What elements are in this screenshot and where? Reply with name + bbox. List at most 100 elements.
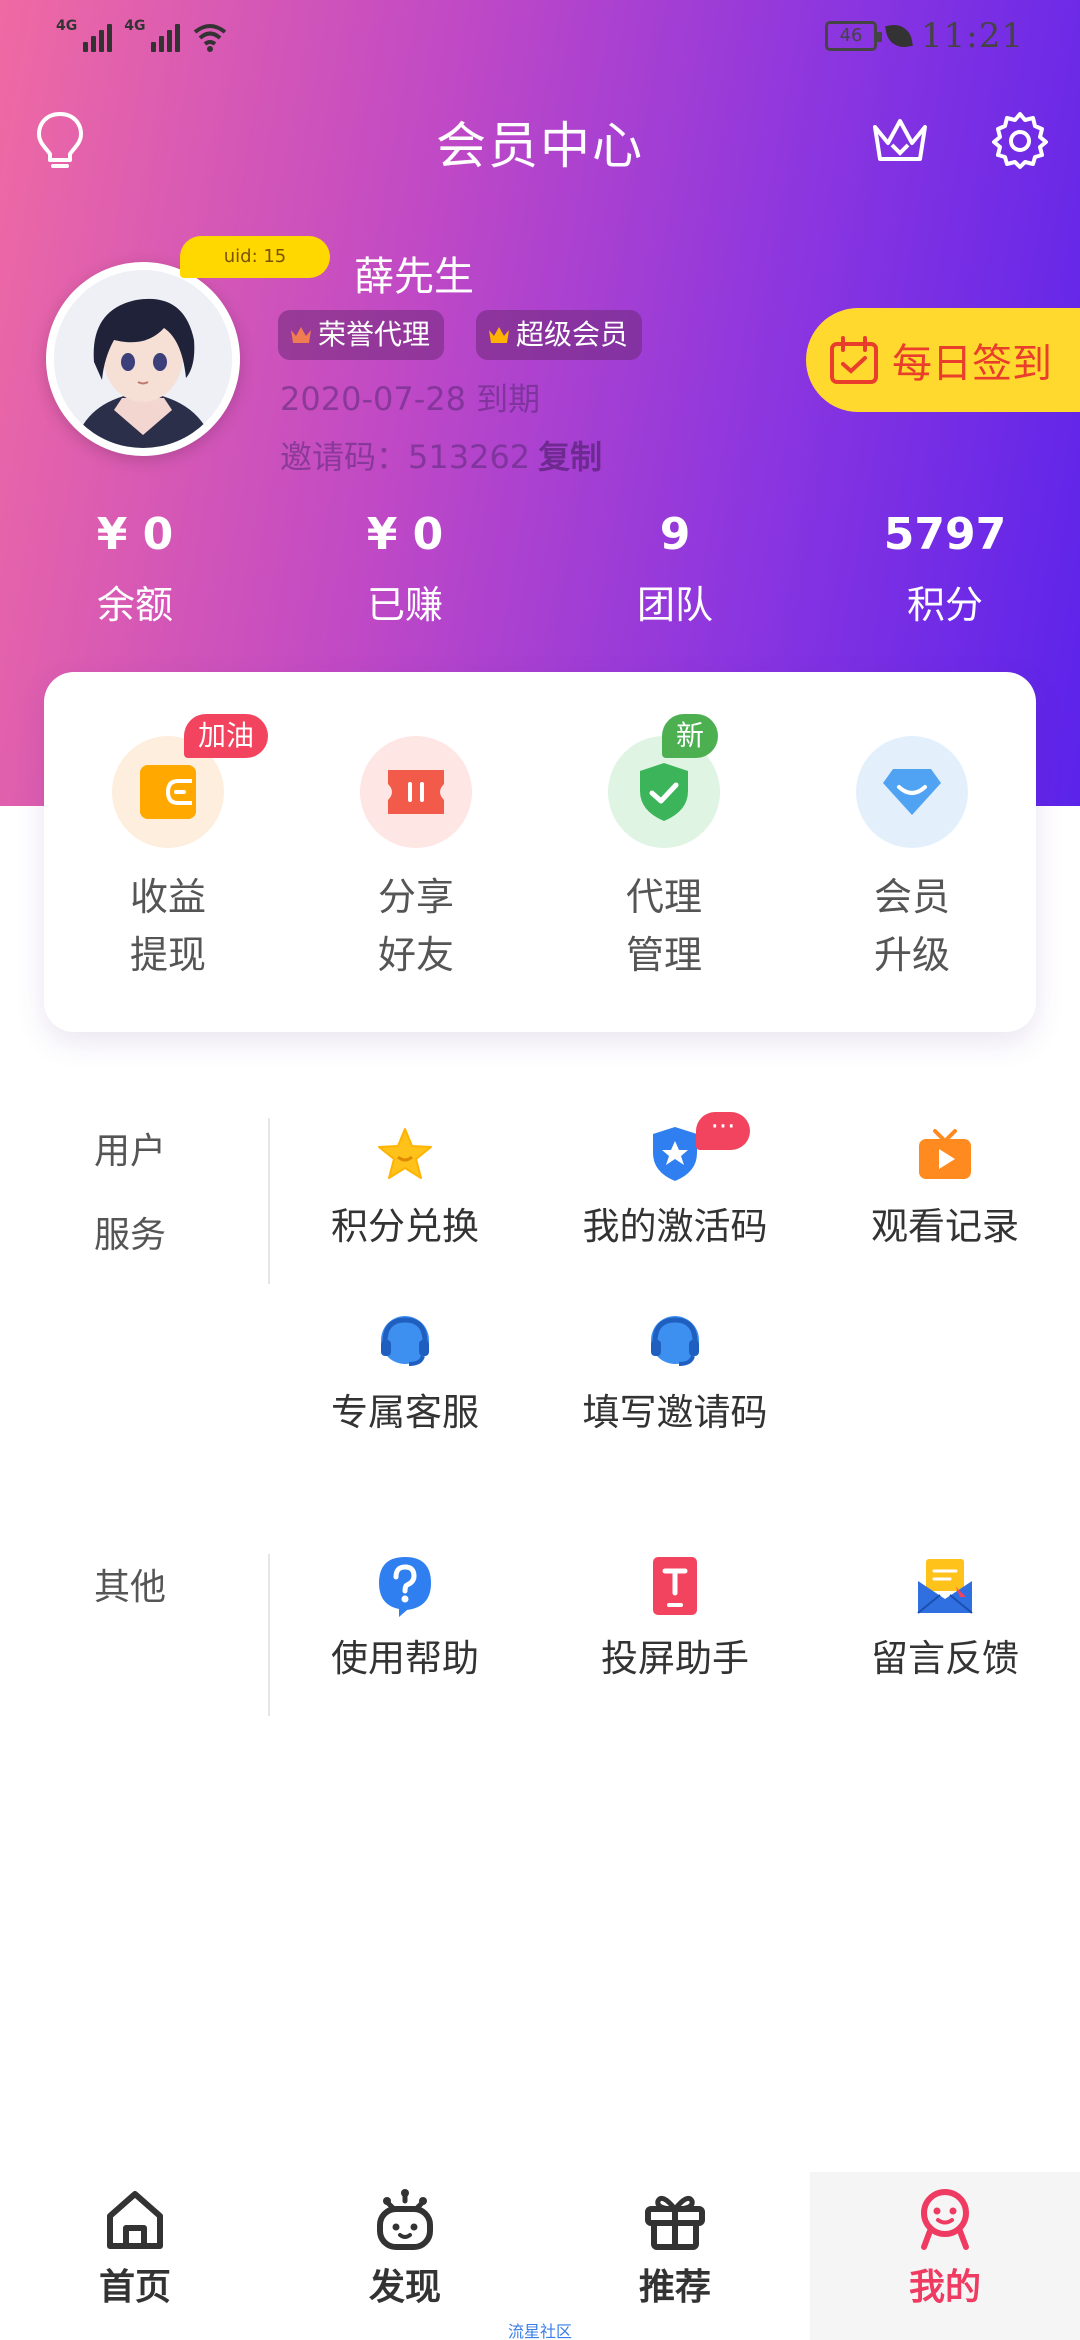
quick-label-line: 升级	[873, 933, 950, 977]
quick-label: 代理 管理	[540, 868, 788, 984]
invite-code-label: 邀请码：513262	[280, 438, 531, 476]
quick-badge: 加油	[184, 714, 269, 758]
checkin-label: 每日签到	[892, 341, 1052, 387]
points-exchange-item[interactable]: 积分兑换	[270, 1124, 540, 1250]
headset-icon	[645, 1310, 705, 1370]
section-title: 用户 服务	[94, 1110, 166, 1278]
cast-icon	[645, 1556, 705, 1616]
quick-label-line: 会员	[873, 875, 950, 919]
quick-label-line: 收益	[129, 875, 206, 919]
item-label: 使用帮助	[331, 1637, 479, 1680]
invite-code: 邀请码：513262 复制	[280, 432, 602, 478]
nav-discover[interactable]: 发现	[270, 2172, 540, 2340]
crown-icon[interactable]	[864, 104, 936, 176]
gift-icon	[641, 2186, 709, 2254]
crown-icon	[489, 327, 509, 343]
ticket-icon	[360, 736, 472, 848]
stat-label: 积分	[906, 583, 983, 627]
my-activation-code-item[interactable]: ··· 我的激活码	[540, 1112, 810, 1250]
quick-label-line: 管理	[625, 933, 702, 977]
quick-label-line: 分享	[377, 875, 454, 919]
item-label: 观看记录	[871, 1205, 1019, 1248]
status-bar: 4G 4G 46 11:21	[0, 0, 1080, 72]
other-section: 其他 使用帮助 投屏助手 留言反馈	[0, 1546, 1080, 1726]
diamond-icon	[856, 736, 968, 848]
feedback-item[interactable]: 留言反馈	[810, 1556, 1080, 1682]
nav-label: 我的	[908, 2267, 981, 2308]
tag-honor-agent: 荣誉代理	[278, 310, 445, 360]
cast-assistant-item[interactable]: 投屏助手	[540, 1556, 810, 1682]
settings-gear-icon[interactable]	[984, 104, 1056, 176]
signal-icon: 4G	[56, 18, 113, 52]
watch-history-item[interactable]: 观看记录	[810, 1124, 1080, 1250]
expire-date: 2020-07-28 到期	[280, 380, 541, 418]
quick-actions-card: 加油 收益提现 分享好友 新 代理管理 会员升级	[44, 672, 1036, 1032]
nav-home[interactable]: 首页	[0, 2172, 270, 2340]
section-title-line: 服务	[94, 1215, 167, 1256]
item-label: 积分兑换	[331, 1205, 479, 1248]
stat-value: 9	[659, 509, 691, 560]
uid-badge: uid: 15	[180, 236, 330, 278]
clock: 11:21	[921, 16, 1024, 56]
quick-badge: 新	[662, 714, 719, 758]
tag-label: 荣誉代理	[318, 318, 431, 351]
home-icon	[101, 2186, 169, 2254]
stat-value: 5797	[883, 509, 1007, 560]
calendar-check-icon	[830, 336, 878, 384]
stat-label: 余额	[96, 583, 173, 627]
quick-member-upgrade[interactable]: 会员 升级	[788, 736, 1036, 1032]
stat-label: 已赚	[366, 583, 443, 627]
member-center-screen: 4G 4G 46 11:21 会员中心 uid: 15 薛先生 荣誉代理 超级会…	[0, 0, 1080, 2340]
notification-badge: ···	[696, 1112, 750, 1150]
stats-row: ¥ 0 余额 ¥ 0 已赚 9 团队 5797 积分	[0, 504, 1080, 634]
tag-label: 超级会员	[516, 318, 629, 351]
nav-mine[interactable]: 我的	[810, 2172, 1080, 2340]
item-label: 填写邀请码	[582, 1391, 768, 1434]
question-icon	[375, 1556, 435, 1617]
quick-label-line: 提现	[129, 933, 206, 977]
stat-earned[interactable]: ¥ 0 已赚	[270, 504, 540, 634]
signal-icon: 4G	[124, 18, 181, 52]
battery-icon: 46	[825, 21, 883, 51]
help-item[interactable]: 使用帮助	[270, 1556, 540, 1682]
nav-recommend[interactable]: 推荐	[540, 2172, 810, 2340]
item-label: 我的激活码	[582, 1205, 768, 1248]
stat-value: ¥ 0	[366, 509, 444, 560]
section-title-line: 用户	[94, 1131, 167, 1172]
stat-value: ¥ 0	[96, 509, 174, 560]
bottom-nav: 首页 发现 推荐 我的	[0, 2172, 1080, 2340]
quick-label: 会员 升级	[788, 868, 1036, 984]
avatar[interactable]	[46, 262, 240, 456]
stat-balance[interactable]: ¥ 0 余额	[0, 504, 270, 634]
headset-icon	[375, 1310, 435, 1370]
quick-label: 分享 好友	[292, 868, 540, 984]
stat-points[interactable]: 5797 积分	[810, 504, 1080, 634]
stat-label: 团队	[636, 583, 713, 627]
quick-label: 收益 提现	[44, 868, 292, 984]
tag-super-member: 超级会员	[476, 310, 643, 360]
top-bar: 会员中心	[0, 100, 1080, 180]
footer-text: 流星社区	[507, 2322, 572, 2340]
discover-icon	[371, 2186, 439, 2254]
quick-label-line: 代理	[625, 875, 702, 919]
quick-label-line: 好友	[377, 933, 454, 977]
star-icon	[375, 1124, 435, 1184]
crown-icon	[291, 327, 311, 343]
profile-icon	[911, 2186, 979, 2254]
item-label: 投屏助手	[601, 1637, 749, 1680]
enter-invite-code-item[interactable]: 填写邀请码	[540, 1310, 810, 1436]
network-type: 4G	[124, 18, 146, 34]
quick-share-friends[interactable]: 分享 好友	[292, 736, 540, 1032]
network-type: 4G	[56, 18, 78, 34]
section-title: 其他	[94, 1567, 167, 1608]
item-label: 专属客服	[331, 1391, 479, 1434]
daily-checkin-button[interactable]: 每日签到	[806, 308, 1080, 412]
nav-label: 推荐	[638, 2267, 711, 2308]
stat-team[interactable]: 9 团队	[540, 504, 810, 634]
tv-play-icon	[915, 1124, 975, 1184]
quick-agent-manage[interactable]: 新 代理管理	[540, 714, 788, 1032]
copy-button[interactable]: 复制	[538, 438, 602, 476]
customer-service-item[interactable]: 专属客服	[270, 1310, 540, 1436]
quick-withdraw[interactable]: 加油 收益提现	[44, 714, 292, 1032]
nav-label: 发现	[368, 2267, 441, 2308]
